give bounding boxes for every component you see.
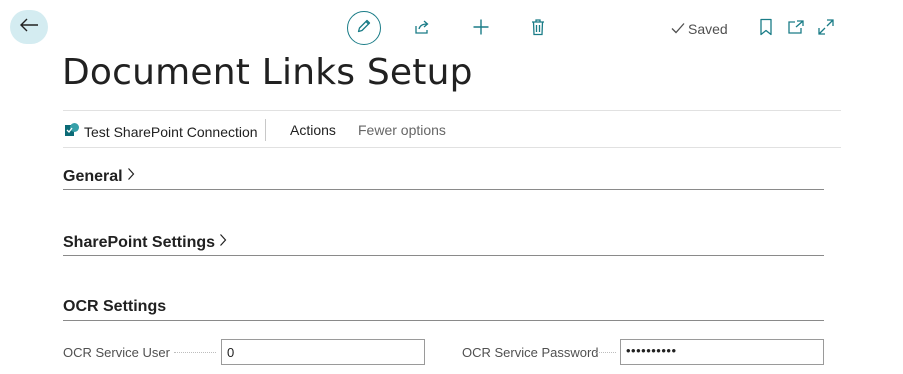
- section-general-header[interactable]: General: [63, 167, 135, 186]
- ocr-service-password-leader: [595, 351, 616, 353]
- plus-icon: [472, 18, 490, 41]
- bookmark-icon: [759, 18, 773, 41]
- section-sharepoint-header[interactable]: SharePoint Settings: [63, 233, 227, 252]
- section-sharepoint-label: SharePoint Settings: [63, 233, 216, 251]
- ocr-service-user-input[interactable]: [221, 339, 425, 365]
- bookmark-button[interactable]: [754, 17, 778, 41]
- actions-label: Actions: [290, 122, 336, 138]
- checkmark-icon: [671, 21, 685, 37]
- chevron-right-icon: [127, 167, 135, 186]
- section-ocr-label: OCR Settings: [63, 298, 167, 315]
- divider-actions: [63, 147, 841, 148]
- back-button[interactable]: [10, 10, 48, 44]
- chevron-right-icon: [219, 233, 227, 252]
- delete-button[interactable]: [526, 17, 550, 41]
- section-general-label: General: [63, 167, 123, 185]
- divider-top: [63, 110, 841, 111]
- fewer-options-button[interactable]: Fewer options: [358, 122, 446, 138]
- test-sharepoint-connection-button[interactable]: Test SharePoint Connection: [64, 122, 258, 141]
- section-ocr-underline: [63, 320, 824, 321]
- trash-icon: [530, 18, 546, 41]
- open-new-window-button[interactable]: [784, 17, 808, 41]
- expand-button[interactable]: [814, 17, 838, 41]
- ocr-service-user-leader: [174, 351, 216, 353]
- ocr-service-user-label: OCR Service User: [63, 345, 170, 360]
- pencil-icon: [356, 18, 372, 39]
- page-title: Document Links Setup: [62, 52, 473, 93]
- action-separator: [265, 119, 266, 141]
- back-arrow-icon: [18, 17, 40, 38]
- edit-button[interactable]: [347, 11, 381, 45]
- sharepoint-icon: [64, 122, 80, 141]
- actions-menu-button[interactable]: Actions: [290, 122, 336, 138]
- section-ocr-header[interactable]: OCR Settings: [63, 298, 166, 316]
- section-general-underline: [63, 189, 824, 190]
- share-icon: [413, 18, 431, 41]
- open-new-window-icon: [787, 19, 805, 40]
- saved-label: Saved: [688, 21, 728, 37]
- ocr-service-password-input[interactable]: ••••••••••: [620, 339, 824, 365]
- test-connection-label: Test SharePoint Connection: [84, 123, 258, 140]
- section-sharepoint-underline: [63, 255, 824, 256]
- fewer-options-label: Fewer options: [358, 122, 446, 138]
- share-button[interactable]: [410, 17, 434, 41]
- new-button[interactable]: [469, 17, 493, 41]
- expand-icon: [817, 18, 835, 41]
- ocr-service-password-label: OCR Service Password: [462, 345, 599, 360]
- page: Saved Document Links Setup Test SharePoi…: [0, 0, 903, 374]
- save-status: Saved: [671, 21, 728, 37]
